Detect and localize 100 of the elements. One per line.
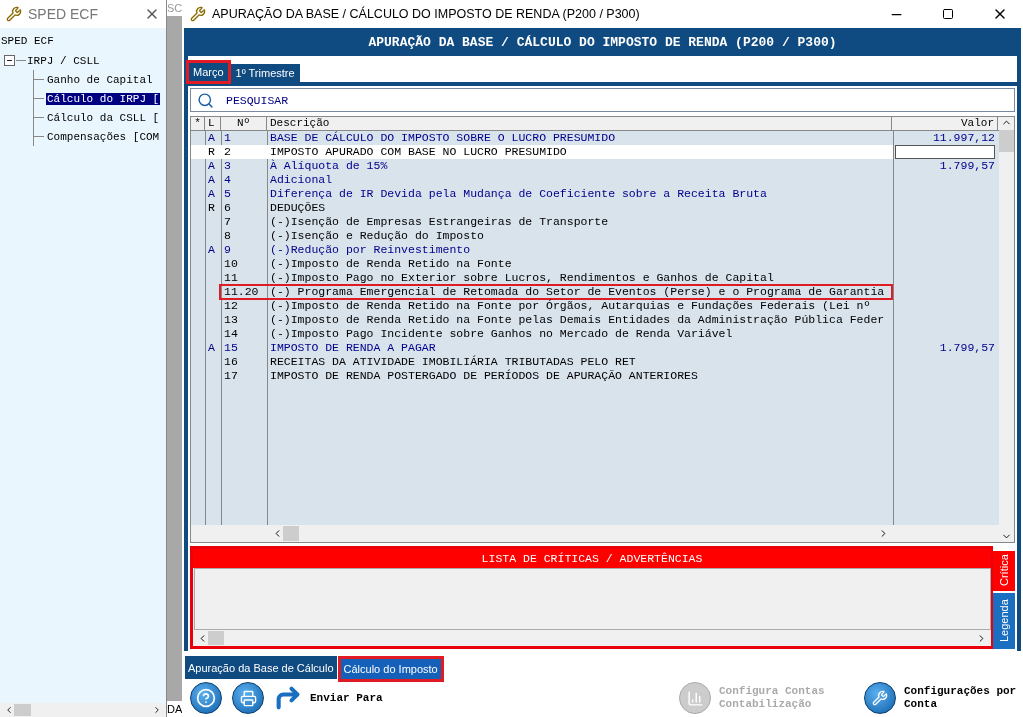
table-cell-text: 3 [223,159,232,173]
table-row[interactable]: 14 (-)Imposto Pago Incidente sobre Ganhos no Mercado de Renda Variável [191,327,999,341]
table-cell-text: 1 [223,131,232,145]
table-cell-text: IMPOSTO DE RENDA POSTERGADO DE PERÍODOS DE APURAÇÃO ANTERIORES [269,369,699,383]
table-cell-text: 13 [223,313,239,327]
table-cell-text: BASE DE CÁLCULO DO IMPOSTO SOBRE O LUCRO PRESUMIDO [269,131,617,145]
table-cell-text: RECEITAS DA ATIVIDADE IMOBILIÁRIA TRIBUTADAS PELO RET [269,355,637,369]
app-icon [190,6,206,22]
scroll-right-icon[interactable] [152,705,162,715]
table-cell-text: 9 [223,243,232,257]
table-cell: A [208,341,215,354]
column-header: Valor [892,117,998,130]
window-title: APURAÇÃO DA BASE / CÁLCULO DO IMPOSTO DE RENDA (P200 / P300) [212,7,641,21]
search-field[interactable]: PESQUISAR [190,88,1015,112]
table-cell: R [208,201,215,214]
table-cell-text: 10 [223,257,239,271]
tree-connector [33,108,46,127]
table-cell-text: 14 [223,327,239,341]
table-cell-text: À Alíquota de 15% [269,159,389,173]
table-cell: A [208,243,215,256]
tree-item[interactable]: Cálculo da CSLL [ [46,111,161,124]
table-cell-text: IMPOSTO APURADO COM BASE NO LUCRO PRESUMIDO [269,145,568,159]
scroll-thumb[interactable] [14,704,31,716]
table-row[interactable]: 17 IMPOSTO DE RENDA POSTERGADO DE PERÍODOS DE APURAÇÃO ANTERIORES [191,369,999,383]
header-bar: APURAÇÃO DA BASE / CÁLCULO DO IMPOSTO DE RENDA (P200 / P300) [184,28,1021,56]
scroll-left-icon[interactable] [4,705,14,715]
table-cell-text: (-)Redução por Reinvestimento [269,243,472,257]
table-row[interactable]: 7 (-)Isenção de Empresas Estrangeiras de Transporte [191,215,999,229]
tree-item[interactable]: Compensações [COM [46,130,161,143]
scroll-thumb[interactable] [999,130,1014,152]
view-tab[interactable]: Apuração da Base de Cálculo [185,656,337,679]
table-row[interactable]: A 1 BASE DE CÁLCULO DO IMPOSTO SOBRE O LUCRO PRESUMIDO 11.997,12 [191,131,999,145]
horizontal-scrollbar[interactable] [191,525,999,542]
table-row[interactable]: A 9 (-)Redução por Reinvestimento [191,243,999,257]
background-text: DA [167,701,182,717]
table-cell-text: (-)Imposto Pago Incidente sobre Ganhos no Mercado de Renda Variável [269,327,734,341]
tree-item[interactable]: Ganho de Capital [46,73,154,86]
column-header: Descrição [267,117,892,130]
table-cell-text: IMPOSTO DE RENDA A PAGAR [269,341,437,355]
table-cell-text: (-)Imposto de Renda Retido na Fonte por Órgãos, Autarquias e Fundações Federais (Lei nº [269,299,872,313]
send-to-button[interactable]: Enviar Para [274,684,383,712]
help-button[interactable] [190,682,222,714]
maximize-icon[interactable] [942,8,954,20]
value-input[interactable] [895,145,995,159]
collapse-icon[interactable] [4,55,15,66]
table-cell-text: 17 [223,369,239,383]
tree-item[interactable]: IRPJ / CSLL [26,54,101,67]
table-row[interactable]: A 5 Diferença de IR Devida pela Mudança de Coeficiente sobre a Receita Bruta [191,187,999,201]
table-row[interactable]: A 15 IMPOSTO DE RENDA A PAGAR 1.799,57 [191,341,999,355]
tree-item[interactable]: SPED ECF [0,35,55,47]
table-row[interactable]: A 4 Adicional [191,173,999,187]
table-cell-text: (-)Isenção e Redução do Imposto [269,229,485,243]
search-icon [197,91,214,109]
column-header: * [191,117,205,130]
table-cell: R [208,145,215,158]
table-cell-text: 8 [223,229,232,243]
curved-arrow-icon [274,684,302,712]
table-cell-text: (-)Imposto de Renda Retido na Fonte pelas Demais Entidades da Administração Pública Feder [269,313,886,327]
table-cell-text: (-)Isenção de Empresas Estrangeiras de Transporte [269,215,610,229]
table-cell-text: 15 [223,341,239,355]
table-cell-text: 12 [223,299,239,313]
help-icon [190,682,222,714]
table-row[interactable]: 12 (-)Imposto de Renda Retido na Fonte por Órgãos, Autarquias e Fundações Federais (Lei nº [191,299,999,313]
column-header: Nº [221,117,267,130]
table-row[interactable]: 8 (-)Isenção e Redução do Imposto [191,229,999,243]
table-cell: A [208,131,215,144]
horizontal-scrollbar[interactable] [0,703,166,717]
table-cell-text: 5 [223,187,232,201]
table-cell: 1.799,57 [939,159,995,172]
scroll-thumb[interactable] [283,526,299,541]
column-header: L [205,117,221,130]
period-tab[interactable]: 1º Trimestre [230,64,300,82]
table-cell-text: 7 [223,215,232,229]
table-cell-text: 11 [223,271,239,285]
tree-item[interactable]: Cálculo do IRPJ [ [46,92,161,105]
table-row[interactable]: 16 RECEITAS DA ATIVIDADE IMOBILIÁRIA TRIBUTADAS PELO RET [191,355,999,369]
settings-button[interactable]: Configurações por Conta [864,682,1019,714]
table-row[interactable]: 11.20 (-) Programa Emergencial de Retomada do Setor de Eventos (Perse) e o Programa de Garantia [191,285,999,299]
scroll-thumb[interactable] [208,631,224,645]
print-button[interactable] [232,682,264,714]
table-row[interactable]: A 3 À Alíquota de 15% 1.799,57 [191,159,999,173]
view-tab[interactable]: Cálculo do Imposto [340,659,441,679]
side-tab[interactable]: Legenda [993,593,1015,649]
table-cell-text: DEDUÇÕES [269,201,327,215]
table-cell: 1.799,57 [939,341,995,354]
bar-chart-icon [679,682,711,714]
side-tab[interactable]: Crítica [993,551,1015,591]
table-cell-text: (-) Programa Emergencial de Retomada do Setor de Eventos (Perse) e o Programa de Garantia [269,285,886,299]
table-row[interactable]: 13 (-)Imposto de Renda Retido na Fonte pelas Demais Entidades da Administração Pública Feder [191,313,999,327]
table-cell: A [208,173,215,186]
table-cell-text: 4 [223,173,232,187]
table-cell-text: Diferença de IR Devida pela Mudança de Coeficiente sobre a Receita Bruta [269,187,768,201]
table-row[interactable]: 10 (-)Imposto de Renda Retido na Fonte [191,257,999,271]
table-row[interactable]: R 6 DEDUÇÕES [191,201,999,215]
table-cell-text: 16 [223,355,239,369]
vertical-scrollbar[interactable] [999,117,1014,542]
period-tab[interactable]: Março [188,62,229,82]
table-cell: 11.997,12 [932,131,995,144]
table-row[interactable]: 11 (-)Imposto Pago no Exterior sobre Lucros, Rendimentos e Ganhos de Capital [191,271,999,285]
table-cell-text: (-)Imposto de Renda Retido na Fonte [269,257,513,271]
